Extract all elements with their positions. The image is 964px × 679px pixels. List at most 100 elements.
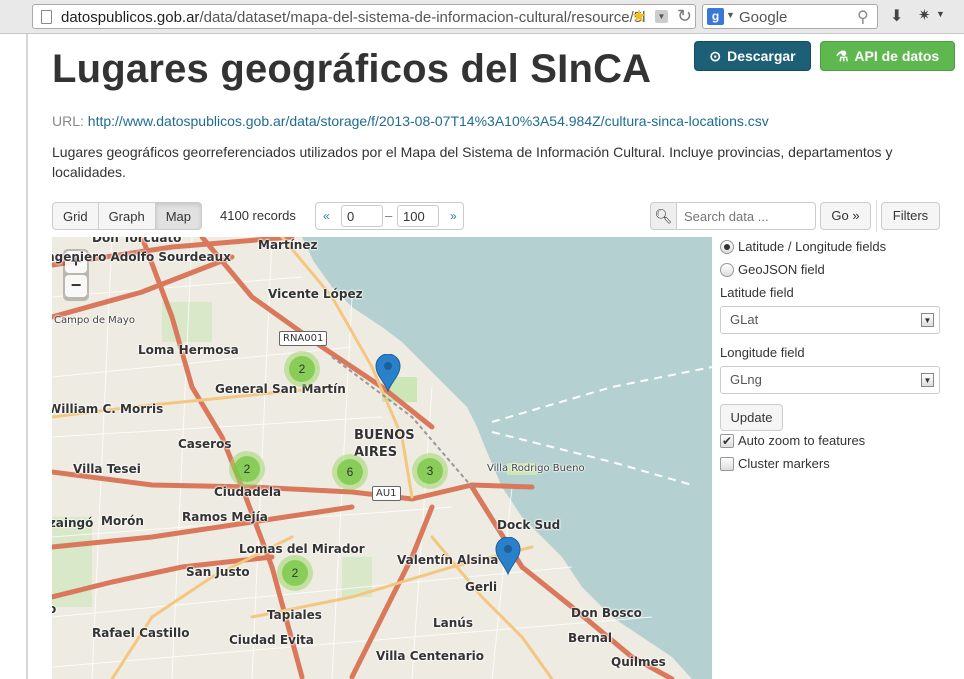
extension-icon[interactable]: ✷: [918, 6, 931, 24]
cluster-count: 2: [234, 456, 260, 482]
cluster-count: 6: [337, 459, 363, 485]
map-label-lanus: Lanús: [433, 616, 473, 630]
toolbar-divider: [876, 200, 877, 232]
google-icon[interactable]: g: [707, 8, 724, 25]
map-label-san-justo: San Justo: [186, 565, 250, 579]
geojson-option[interactable]: GeoJSON field: [720, 262, 825, 277]
resource-url-line: URL: http://www.datospublicos.gob.ar/dat…: [52, 113, 769, 129]
cluster-option[interactable]: Cluster markers: [720, 456, 830, 471]
lng-field-label: Longitude field: [720, 345, 805, 360]
marker-cluster[interactable]: 3: [412, 453, 448, 489]
map-label-villa-tesei: Villa Tesei: [73, 462, 141, 476]
map-label-ramos-mejia: Ramos Mejía: [182, 510, 268, 524]
menu-caret-icon[interactable]: ▼: [936, 9, 945, 19]
url-domain: datospublicos.gob.ar: [61, 9, 200, 26]
map-marker-pin[interactable]: [375, 354, 401, 392]
geojson-radio[interactable]: [720, 262, 734, 277]
map-label-dock-sud: Dock Sud: [497, 518, 561, 532]
zoom-out-button[interactable]: −: [65, 275, 87, 297]
pager: « – »: [315, 202, 464, 230]
map-label-moron: Morón: [101, 514, 144, 528]
lat-field-select[interactable]: GLat ▼: [720, 306, 940, 334]
update-button[interactable]: Update: [720, 404, 783, 431]
data-search: 🔍︎: [650, 202, 816, 230]
geojson-option-label: GeoJSON field: [738, 262, 825, 277]
bookmark-star-icon[interactable]: ★: [631, 6, 647, 27]
map-label-vicente-lopez: Vicente López: [268, 287, 363, 301]
engine-caret-icon[interactable]: ▼: [726, 10, 735, 20]
map-label-buenos-aires: BUENOS AIRES: [354, 428, 415, 460]
url-path: /data/dataset/mapa-del-sistema-de-inform…: [199, 9, 646, 26]
lng-field-select[interactable]: GLng ▼: [720, 366, 940, 394]
marker-cluster[interactable]: 2: [284, 351, 320, 387]
map-label-don-torcuato: Don Torcuato: [92, 237, 182, 245]
record-count: 4100 records: [220, 208, 296, 223]
browser-toolbar: datospublicos.gob.ar/data/dataset/mapa-d…: [0, 0, 964, 34]
map-label-ciudad-evita: Ciudad Evita: [229, 633, 314, 647]
search-engine-label[interactable]: Google: [739, 9, 787, 26]
search-icon: 🔍︎: [650, 202, 677, 230]
marker-cluster[interactable]: 2: [229, 451, 265, 487]
pager-to-input[interactable]: [397, 205, 439, 227]
pager-prev-button[interactable]: «: [323, 209, 330, 223]
latlng-option-label: Latitude / Longitude fields: [738, 239, 887, 254]
select-arrow-icon: ▼: [921, 313, 934, 327]
map-label-martinez: Martínez: [258, 238, 318, 252]
route-shield-au1: AU1: [372, 486, 401, 501]
lat-field-label: Latitude field: [720, 285, 794, 300]
cluster-count: 3: [417, 458, 443, 484]
map-label-campo-de-mayo: Campo de Mayo: [54, 315, 135, 326]
download-button[interactable]: ⊙ Descargar: [694, 41, 811, 71]
flask-icon: ⚗: [835, 47, 849, 64]
marker-cluster[interactable]: 2: [277, 555, 313, 591]
history-dropdown-icon[interactable]: ▼: [655, 10, 668, 23]
download-icon[interactable]: ⬇: [890, 6, 903, 26]
pager-next-button[interactable]: »: [450, 209, 457, 223]
map-label-villa-centenario: Villa Centenario: [376, 649, 484, 663]
browser-search-box[interactable]: g ▼ Google ⚲: [702, 4, 878, 29]
map-label-don-bosco: Don Bosco: [571, 606, 642, 620]
tab-grid[interactable]: Grid: [52, 202, 99, 230]
route-shield-rna001: RNA001: [279, 331, 328, 346]
download-button-label: Descargar: [727, 48, 796, 64]
map-label-quilmes: Quilmes: [611, 655, 666, 669]
map-label-gerli: Gerli: [465, 580, 498, 594]
search-data-input[interactable]: [676, 202, 816, 230]
marker-cluster[interactable]: 6: [332, 454, 368, 490]
address-text[interactable]: datospublicos.gob.ar/data/dataset/mapa-d…: [61, 9, 651, 26]
map-label-valentin-alsina: Valentín Alsina: [397, 553, 499, 567]
address-bar[interactable]: datospublicos.gob.ar/data/dataset/mapa-d…: [32, 4, 696, 29]
map-label-villa-rodrigo-bueno: Villa Rodrigo Bueno: [487, 463, 585, 474]
tab-graph[interactable]: Graph: [97, 202, 156, 230]
map-label-edge-o: o: [52, 602, 57, 616]
search-icon[interactable]: ⚲: [857, 7, 869, 27]
map-marker-pin[interactable]: [495, 537, 521, 575]
page-title: Lugares geográficos del SInCA: [52, 47, 652, 91]
api-button-label: API de datos: [854, 48, 940, 64]
download-circle-icon: ⊙: [709, 47, 722, 64]
pager-from-input[interactable]: [341, 205, 383, 227]
map-label-ituzaingo: Ituzaingó: [52, 516, 94, 530]
resource-url-link[interactable]: http://www.datospublicos.gob.ar/data/sto…: [88, 113, 769, 129]
map-label-rafael-castillo: Rafael Castillo: [92, 626, 190, 640]
pager-dash: –: [385, 208, 393, 223]
go-button[interactable]: Go »: [820, 202, 871, 230]
map-label-william-morris: William C. Morris: [52, 402, 164, 416]
map-label-loma-hermosa: Loma Hermosa: [138, 343, 239, 357]
auto-zoom-option[interactable]: ✔ Auto zoom to features: [720, 433, 865, 448]
api-button[interactable]: ⚗ API de datos: [820, 41, 955, 71]
cluster-checkbox[interactable]: [720, 456, 734, 471]
auto-zoom-checkbox[interactable]: ✔: [720, 433, 734, 448]
filters-button[interactable]: Filters: [881, 202, 940, 230]
page-border: [26, 34, 28, 679]
latlng-radio[interactable]: [720, 239, 734, 254]
cluster-count: 2: [289, 356, 315, 382]
reload-icon[interactable]: ↻: [677, 6, 692, 27]
page-icon: [41, 10, 52, 24]
map-label-lomas-del-mirador: Lomas del Mirador: [239, 542, 365, 556]
map-label-caseros: Caseros: [178, 437, 232, 451]
map-view[interactable]: + − Don Torcuato Martínez ingeniero Adol…: [52, 237, 712, 679]
latlng-option[interactable]: Latitude / Longitude fields: [720, 239, 886, 254]
tab-map[interactable]: Map: [154, 202, 202, 230]
map-label-ciudadela: Ciudadela: [214, 485, 282, 499]
